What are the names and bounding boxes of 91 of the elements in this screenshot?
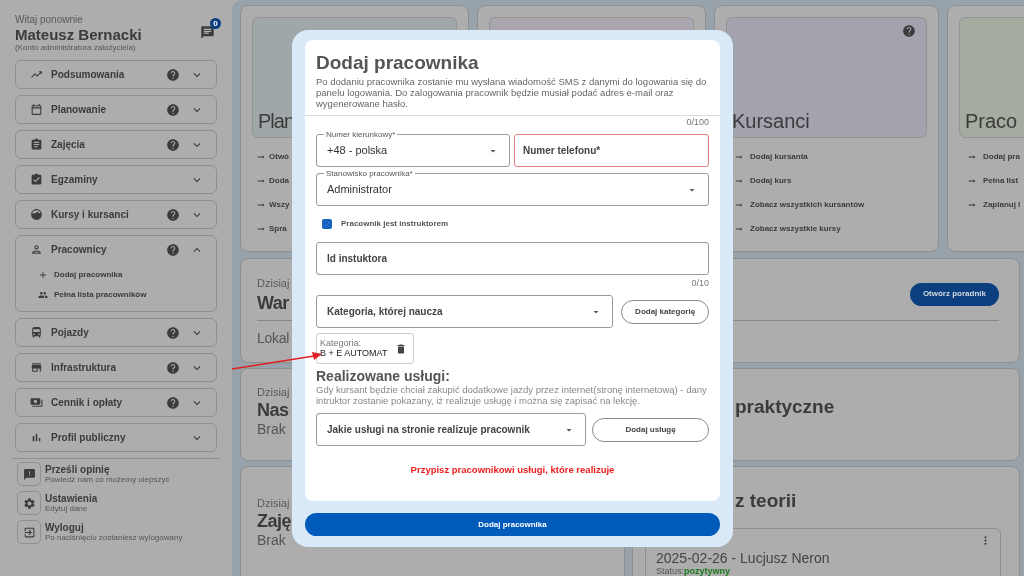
- panel-title: War: [257, 291, 289, 314]
- day-label: Dzisiaj: [257, 276, 290, 291]
- dropdown-field[interactable]: Jakie usługi na stronie realizuje pracownik: [316, 413, 586, 446]
- dialog-title: Dodaj pracownika: [316, 52, 480, 74]
- calendar-icon: [30, 103, 43, 116]
- card-title: Praco: [965, 110, 1018, 132]
- help-icon: [166, 395, 180, 410]
- user-name: Mateusz Bernacki: [15, 26, 142, 43]
- help-icon: [166, 207, 180, 222]
- greeting-text: Witaj ponownie: [15, 14, 84, 26]
- nav-item[interactable]: Pracownicy: [16, 236, 216, 263]
- section-heading: Realizowane usługi:: [316, 368, 451, 384]
- status-value: pozytywny: [684, 566, 731, 576]
- card-link[interactable]: Dodaj pra: [967, 150, 1020, 164]
- card-link[interactable]: Pełna list: [967, 174, 1019, 188]
- nav-item[interactable]: Kursy i kursanci: [16, 201, 216, 228]
- settings-icon: [22, 496, 36, 510]
- empty-text: Brak: [257, 532, 286, 549]
- logout-icon: [22, 525, 36, 539]
- footer-subtitle: Edytuj dane: [45, 504, 89, 513]
- footer-title[interactable]: Ustawienia: [45, 493, 98, 504]
- logout-button[interactable]: [17, 520, 41, 544]
- character-counter: 0/10: [691, 278, 709, 289]
- feedback-button[interactable]: [17, 462, 41, 486]
- nav-item[interactable]: Planowanie: [16, 96, 216, 123]
- dialog-description: Po dodaniu pracownika zostanie mu wysłana wiadomość SMS z danymi do logowania się do panelu logowania. Do zalogowania pracownik będzie musiał podać adres e-mail oraz wygenerowane hasło.: [316, 76, 708, 109]
- card-link[interactable]: Spra: [256, 222, 287, 236]
- card-link[interactable]: Zaplanuj l: [967, 198, 1021, 212]
- message-count-badge: 0: [210, 18, 221, 29]
- help-icon: [166, 242, 180, 257]
- day-label: Dzisiaj: [257, 386, 290, 399]
- error-message: Przypisz pracownikowi usługi, które realizuje: [410, 463, 615, 477]
- bar-chart-icon: [30, 431, 43, 444]
- checkbox[interactable]: [322, 219, 332, 229]
- nav-item[interactable]: Cennik i opłaty: [16, 389, 216, 416]
- nav-item[interactable]: Podsumowania: [16, 61, 216, 88]
- nav-subitem[interactable]: Dodaj pracownika: [38, 269, 123, 281]
- submit-button[interactable]: Dodaj pracownika: [305, 513, 720, 536]
- footer-subtitle: Po naciśnięciu zostaniesz wylogowany: [45, 533, 183, 542]
- nav-item[interactable]: Pojazdy: [16, 319, 216, 346]
- day-label: Dzisiaj: [257, 497, 290, 510]
- card-link[interactable]: Wszy: [256, 198, 290, 212]
- store-icon: [30, 361, 43, 374]
- empty-text: Brak: [257, 421, 286, 438]
- card-link[interactable]: Zobacz wszystkie kursy: [734, 222, 841, 236]
- card-link[interactable]: Dodaj kursanta: [734, 150, 808, 164]
- footer-subtitle: Powiedź nam co możemy ulepszyć: [45, 475, 170, 484]
- card-link[interactable]: Dodaj kurs: [734, 174, 792, 188]
- panel-title: z teorii: [735, 490, 797, 512]
- people-icon: [38, 290, 48, 300]
- chat-icon: [200, 25, 215, 40]
- card-title: Kursanci: [732, 110, 810, 132]
- help-icon: [166, 137, 180, 152]
- open-guide-button[interactable]: Otwórz poradnik: [909, 282, 999, 306]
- footer-title[interactable]: Wyloguj: [45, 522, 183, 533]
- nav-subitem[interactable]: Pełna lista pracowników: [38, 289, 147, 301]
- card-link[interactable]: Otwó: [256, 150, 289, 164]
- section-description: Gdy kursant będzie chciał zakupić dodatkowe jazdy przez internet(stronę internetową) - dany intruktor zostanie pokazany, iż realizuje usługę i można się zapisać na lekcję.: [316, 384, 708, 406]
- clipboard-icon: [30, 138, 43, 151]
- banknote-icon: [30, 396, 43, 409]
- help-icon: [166, 67, 180, 82]
- nav-item[interactable]: Egzaminy: [16, 166, 216, 193]
- person-icon: [30, 243, 43, 256]
- nav-item[interactable]: Infrastruktura: [16, 354, 216, 381]
- settings-button[interactable]: [17, 491, 41, 515]
- category-chip: Kategoria: B + E AUTOMAT: [316, 333, 414, 364]
- panel-title: Nas: [257, 399, 289, 421]
- result-title: 2025-02-26 - Lucjusz Neron: [656, 550, 830, 566]
- delete-icon: [395, 342, 407, 355]
- footer-title[interactable]: Prześli opinię: [45, 464, 170, 475]
- panel-title: praktyczne: [735, 396, 835, 418]
- character-counter: 0/100: [686, 117, 709, 128]
- help-icon: [166, 102, 180, 117]
- clipboard-check-icon: [30, 173, 43, 186]
- nav-item[interactable]: Profil publiczny: [16, 424, 216, 451]
- help-icon: [166, 325, 180, 340]
- card-link[interactable]: Doda: [256, 174, 289, 188]
- account-note: (Konto administratora założyciela): [15, 43, 137, 52]
- nav-item[interactable]: Zajęcia: [16, 131, 216, 158]
- help-icon: [902, 24, 916, 38]
- checkbox-label: Pracownik jest instruktorem: [341, 218, 449, 230]
- help-icon: [166, 360, 180, 375]
- phone-field[interactable]: Numer telefonu*: [514, 134, 709, 167]
- status-label: Status:: [656, 566, 684, 576]
- instructor-id-field[interactable]: Id instuktora: [316, 242, 709, 275]
- bus-icon: [30, 326, 43, 339]
- dropdown-field[interactable]: Kategoria, której naucza: [316, 295, 614, 328]
- card-link[interactable]: Zobacz wszystkich kursantów: [734, 198, 865, 212]
- location-text: Lokal: [257, 328, 289, 348]
- panel-title: Zaję: [257, 510, 292, 532]
- feedback-icon: [22, 467, 36, 481]
